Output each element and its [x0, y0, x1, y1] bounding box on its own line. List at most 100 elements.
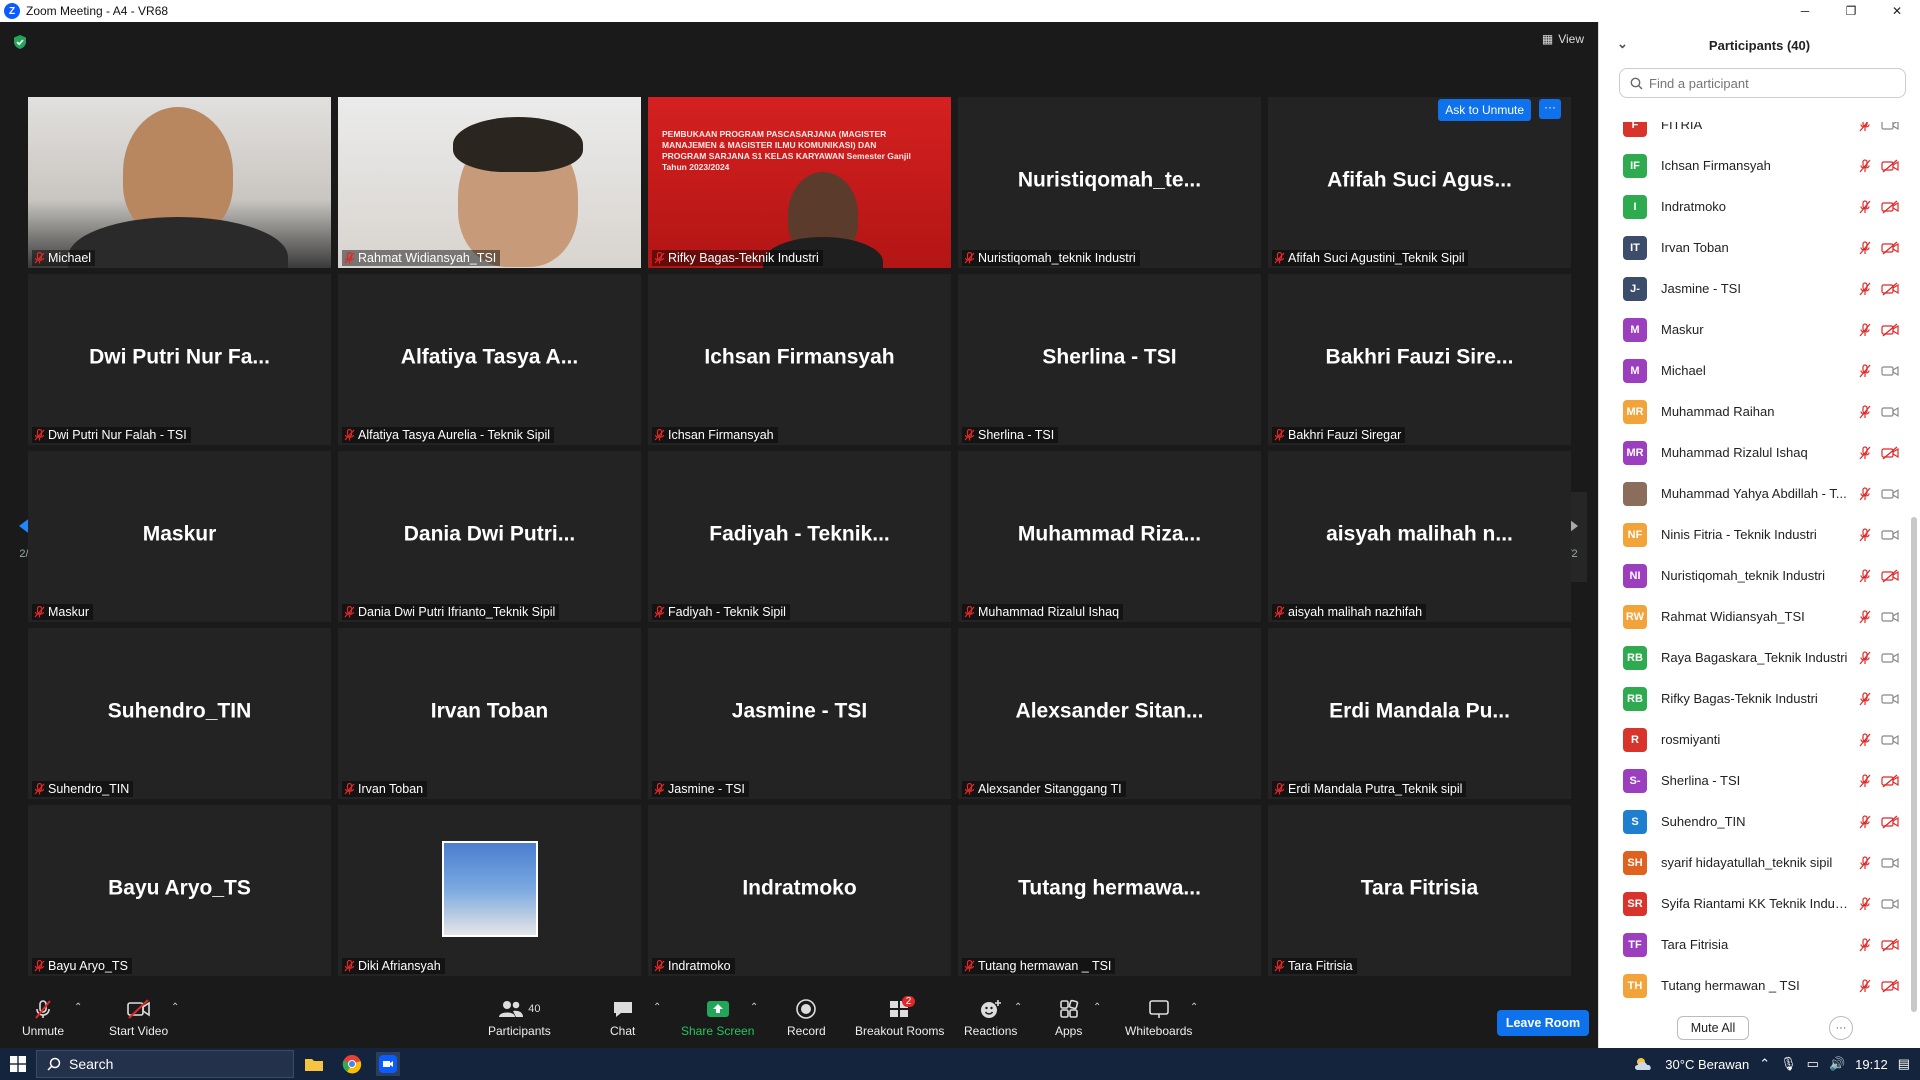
video-tile[interactable]: Indratmoko Indratmoko	[648, 805, 951, 976]
apps-button[interactable]: Apps	[1055, 998, 1082, 1038]
mic-muted-icon[interactable]	[1858, 322, 1872, 337]
audio-options-caret[interactable]: ⌃	[74, 1002, 82, 1013]
close-button[interactable]: ✕	[1874, 0, 1920, 22]
video-tile[interactable]: Jasmine - TSI Jasmine - TSI	[648, 628, 951, 799]
apps-options-caret[interactable]: ⌃	[1093, 1002, 1101, 1013]
participant-row[interactable]: RB Raya Bagaskara_Teknik Industri	[1599, 637, 1909, 678]
participant-row[interactable]: M Maskur	[1599, 309, 1909, 350]
participant-row[interactable]: IT Irvan Toban	[1599, 227, 1909, 268]
video-tile[interactable]: Dwi Putri Nur Fa... Dwi Putri Nur Falah -…	[28, 274, 331, 445]
video-options-caret[interactable]: ⌃	[171, 1002, 179, 1013]
video-tile[interactable]: Afifah Suci Agus... Ask to Unmute ··· Afifa…	[1268, 97, 1571, 268]
mic-muted-icon[interactable]	[1858, 527, 1872, 542]
participant-row[interactable]: NF Ninis Fitria - Teknik Industri	[1599, 514, 1909, 555]
mic-muted-icon[interactable]	[1858, 855, 1872, 870]
participant-row[interactable]: TF Tara Fitrisia	[1599, 924, 1909, 965]
video-tile[interactable]: Nuristiqomah_te... Nuristiqomah_teknik In…	[958, 97, 1261, 268]
zoom-taskbar-icon[interactable]	[376, 1052, 400, 1076]
participant-row[interactable]: IF Ichsan Firmansyah	[1599, 145, 1909, 186]
video-tile[interactable]: Fadiyah - Teknik... Fadiyah - Teknik Sipi…	[648, 451, 951, 622]
reactions-options-caret[interactable]: ⌃	[1014, 1002, 1022, 1013]
participant-search[interactable]	[1619, 68, 1906, 98]
participant-row[interactable]: M Michael	[1599, 350, 1909, 391]
video-tile[interactable]: Maskur Maskur	[28, 451, 331, 622]
video-tile[interactable]: Ichsan Firmansyah Ichsan Firmansyah	[648, 274, 951, 445]
participant-row[interactable]: Rrosmiyanti	[1599, 719, 1909, 760]
windows-start-icon[interactable]	[6, 1052, 30, 1076]
video-tile[interactable]: Rahmat Widiansyah_TSI	[338, 97, 641, 268]
network-icon[interactable]: ▭	[1807, 1056, 1819, 1072]
mic-muted-icon[interactable]	[1858, 199, 1872, 214]
notifications-icon[interactable]: ▤	[1898, 1056, 1910, 1072]
ask-to-unmute-button[interactable]: Ask to Unmute	[1438, 99, 1531, 121]
volume-icon[interactable]: 🔊	[1829, 1056, 1845, 1072]
chrome-icon[interactable]	[340, 1052, 364, 1076]
panel-scrollbar[interactable]	[1911, 517, 1917, 1012]
unmute-button[interactable]: Unmute	[22, 998, 64, 1038]
view-button[interactable]: ▦ View	[1542, 32, 1584, 46]
tile-more-button[interactable]: ···	[1539, 99, 1561, 119]
whiteboards-options-caret[interactable]: ⌃	[1190, 1002, 1198, 1013]
video-tile[interactable]: Tutang hermawa... Tutang hermawan _ TSI	[958, 805, 1261, 976]
mic-muted-icon[interactable]	[1858, 814, 1872, 829]
video-tile[interactable]: Alfatiya Tasya A... Alfatiya Tasya Aureli…	[338, 274, 641, 445]
maximize-button[interactable]: ❐	[1828, 0, 1874, 22]
participant-row[interactable]: RB Rifky Bagas-Teknik Industri	[1599, 678, 1909, 719]
video-tile[interactable]: Michael	[28, 97, 331, 268]
mic-muted-icon[interactable]	[1858, 363, 1872, 378]
mic-muted-icon[interactable]	[1858, 609, 1872, 624]
participant-row[interactable]: TH Tutang hermawan _ TSI	[1599, 965, 1909, 1006]
microphone-tray-icon[interactable]: 🎙	[1780, 1056, 1797, 1072]
video-tile[interactable]: Erdi Mandala Pu... Erdi Mandala Putra_Tek…	[1268, 628, 1571, 799]
clock-time[interactable]: 19:12	[1855, 1057, 1888, 1072]
mic-muted-icon[interactable]	[1858, 281, 1872, 296]
chat-button[interactable]: Chat	[610, 998, 635, 1038]
participant-row[interactable]: MR Muhammad Rizalul Ishaq	[1599, 432, 1909, 473]
video-tile[interactable]: Muhammad Riza... Muhammad Rizalul Ishaq	[958, 451, 1261, 622]
search-input[interactable]	[1649, 75, 1869, 91]
file-explorer-icon[interactable]	[302, 1052, 326, 1076]
mic-muted-icon[interactable]	[1858, 158, 1872, 173]
video-tile[interactable]: Diki Afriansyah	[338, 805, 641, 976]
mic-muted-icon[interactable]	[1858, 404, 1872, 419]
start-video-button[interactable]: Start Video	[109, 998, 168, 1038]
record-button[interactable]: Record	[787, 998, 826, 1038]
video-tile[interactable]: aisyah malihah n... aisyah malihah nazhif…	[1268, 451, 1571, 622]
weather-cloud-icon[interactable]	[1633, 1056, 1655, 1072]
participant-row[interactable]: S- Sherlina - TSI	[1599, 760, 1909, 801]
taskbar-search-box[interactable]: Search	[36, 1050, 294, 1078]
mic-muted-icon[interactable]	[1858, 896, 1872, 911]
participant-row[interactable]: MR Muhammad Raihan	[1599, 391, 1909, 432]
mic-muted-icon[interactable]	[1858, 445, 1872, 460]
video-tile[interactable]: Tara Fitrisia Tara Fitrisia	[1268, 805, 1571, 976]
video-tile[interactable]: Sherlina - TSI Sherlina - TSI	[958, 274, 1261, 445]
participant-row[interactable]: Muhammad Yahya Abdillah - T...	[1599, 473, 1909, 514]
participant-row[interactable]: SH syarif hidayatullah_teknik sipil	[1599, 842, 1909, 883]
participant-row[interactable]: SR Syifa Riantami KK Teknik Industri	[1599, 883, 1909, 924]
mic-muted-icon[interactable]	[1858, 122, 1872, 132]
video-tile[interactable]: Irvan Toban Irvan Toban	[338, 628, 641, 799]
chat-options-caret[interactable]: ⌃	[653, 1002, 661, 1013]
encryption-shield-icon[interactable]	[12, 34, 28, 50]
mic-muted-icon[interactable]	[1858, 773, 1872, 788]
breakout-rooms-button[interactable]: 2 Breakout Rooms	[855, 996, 944, 1038]
mic-muted-icon[interactable]	[1858, 937, 1872, 952]
whiteboards-button[interactable]: Whiteboards	[1125, 998, 1192, 1038]
panel-more-button[interactable]: ···	[1829, 1016, 1853, 1040]
video-tile[interactable]: Suhendro_TIN Suhendro_TIN	[28, 628, 331, 799]
mic-muted-icon[interactable]	[1858, 486, 1872, 501]
mic-muted-icon[interactable]	[1858, 732, 1872, 747]
mic-muted-icon[interactable]	[1858, 650, 1872, 665]
participant-row[interactable]: F FITRIA	[1599, 122, 1909, 145]
video-tile[interactable]: Alexsander Sitan... Alexsander Sitanggang…	[958, 628, 1261, 799]
leave-room-button[interactable]: Leave Room	[1497, 1010, 1589, 1036]
mic-muted-icon[interactable]	[1858, 568, 1872, 583]
video-tile[interactable]: Dania Dwi Putri... Dania Dwi Putri Ifrian…	[338, 451, 641, 622]
tray-expand-icon[interactable]: ⌃	[1759, 1056, 1770, 1072]
mic-muted-icon[interactable]	[1858, 240, 1872, 255]
video-tile[interactable]: Bakhri Fauzi Sire... Bakhri Fauzi Siregar	[1268, 274, 1571, 445]
participant-row[interactable]: S Suhendro_TIN	[1599, 801, 1909, 842]
participant-row[interactable]: I Indratmoko	[1599, 186, 1909, 227]
video-tile[interactable]: Bayu Aryo_TS Bayu Aryo_TS	[28, 805, 331, 976]
mute-all-button[interactable]: Mute All	[1677, 1016, 1749, 1040]
